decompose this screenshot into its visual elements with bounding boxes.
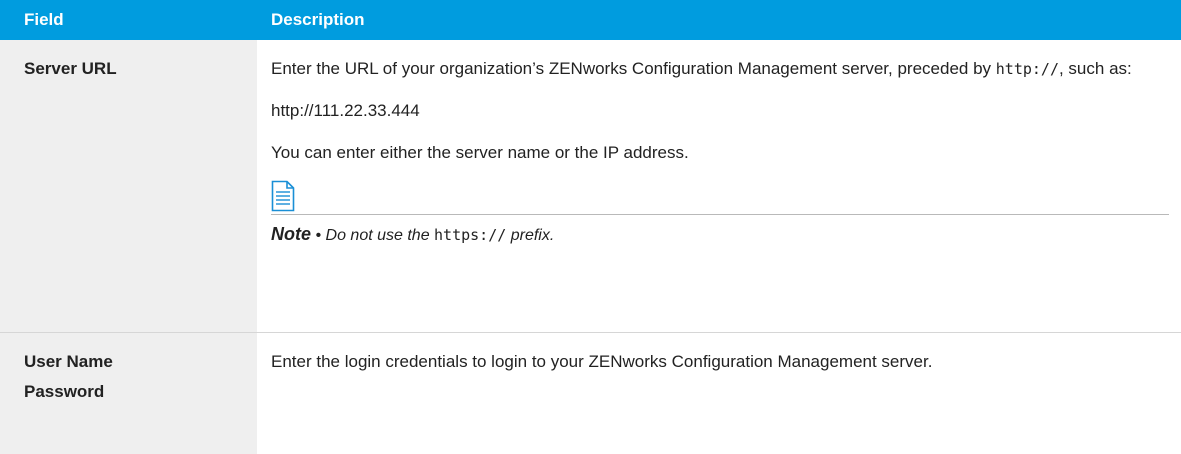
header-description: Description (271, 10, 365, 29)
field-name-user-name: User Name (24, 352, 113, 371)
note-bullet: • (315, 227, 322, 244)
description-cell: Enter the login credentials to login to … (257, 333, 1181, 454)
field-name-cell: User Name Password (0, 333, 257, 454)
intro-text-part1: Enter the URL of your organization’s ZEN… (271, 59, 996, 78)
note-label: Note (271, 224, 311, 244)
note-text-before: Do not use the (325, 227, 435, 244)
server-name-or-ip-text: You can enter either the server name or … (271, 143, 689, 162)
header-field: Field (24, 10, 64, 29)
example-url: http://111.22.33.444 (271, 101, 420, 120)
table-row-credentials: User Name Password Enter the login crede… (0, 333, 1181, 454)
server-url-intro: Enter the URL of your organization’s ZEN… (271, 54, 1167, 84)
document-note-icon (271, 180, 295, 212)
note-code-https: https:// (434, 226, 507, 244)
note-text: Note • Do not use the https:// prefix. (271, 219, 1167, 251)
note-text-after: prefix. (506, 227, 555, 244)
note-block: Note • Do not use the https:// prefix. (271, 180, 1169, 251)
note-divider (271, 214, 1169, 215)
table-row-server-url: Server URL Enter the URL of your organiz… (0, 40, 1181, 333)
credentials-description: Enter the login credentials to login to … (271, 352, 933, 371)
intro-code-http: http:// (995, 60, 1059, 78)
field-name-server-url: Server URL (24, 59, 117, 78)
table-header-row: Field Description (0, 0, 1181, 40)
field-name-password: Password (24, 382, 105, 401)
field-name-cell: Server URL (0, 40, 257, 332)
intro-text-part2: , such as: (1058, 59, 1132, 78)
description-cell: Enter the URL of your organization’s ZEN… (257, 40, 1181, 332)
field-description-table: Field Description Server URL Enter the U… (0, 0, 1181, 454)
